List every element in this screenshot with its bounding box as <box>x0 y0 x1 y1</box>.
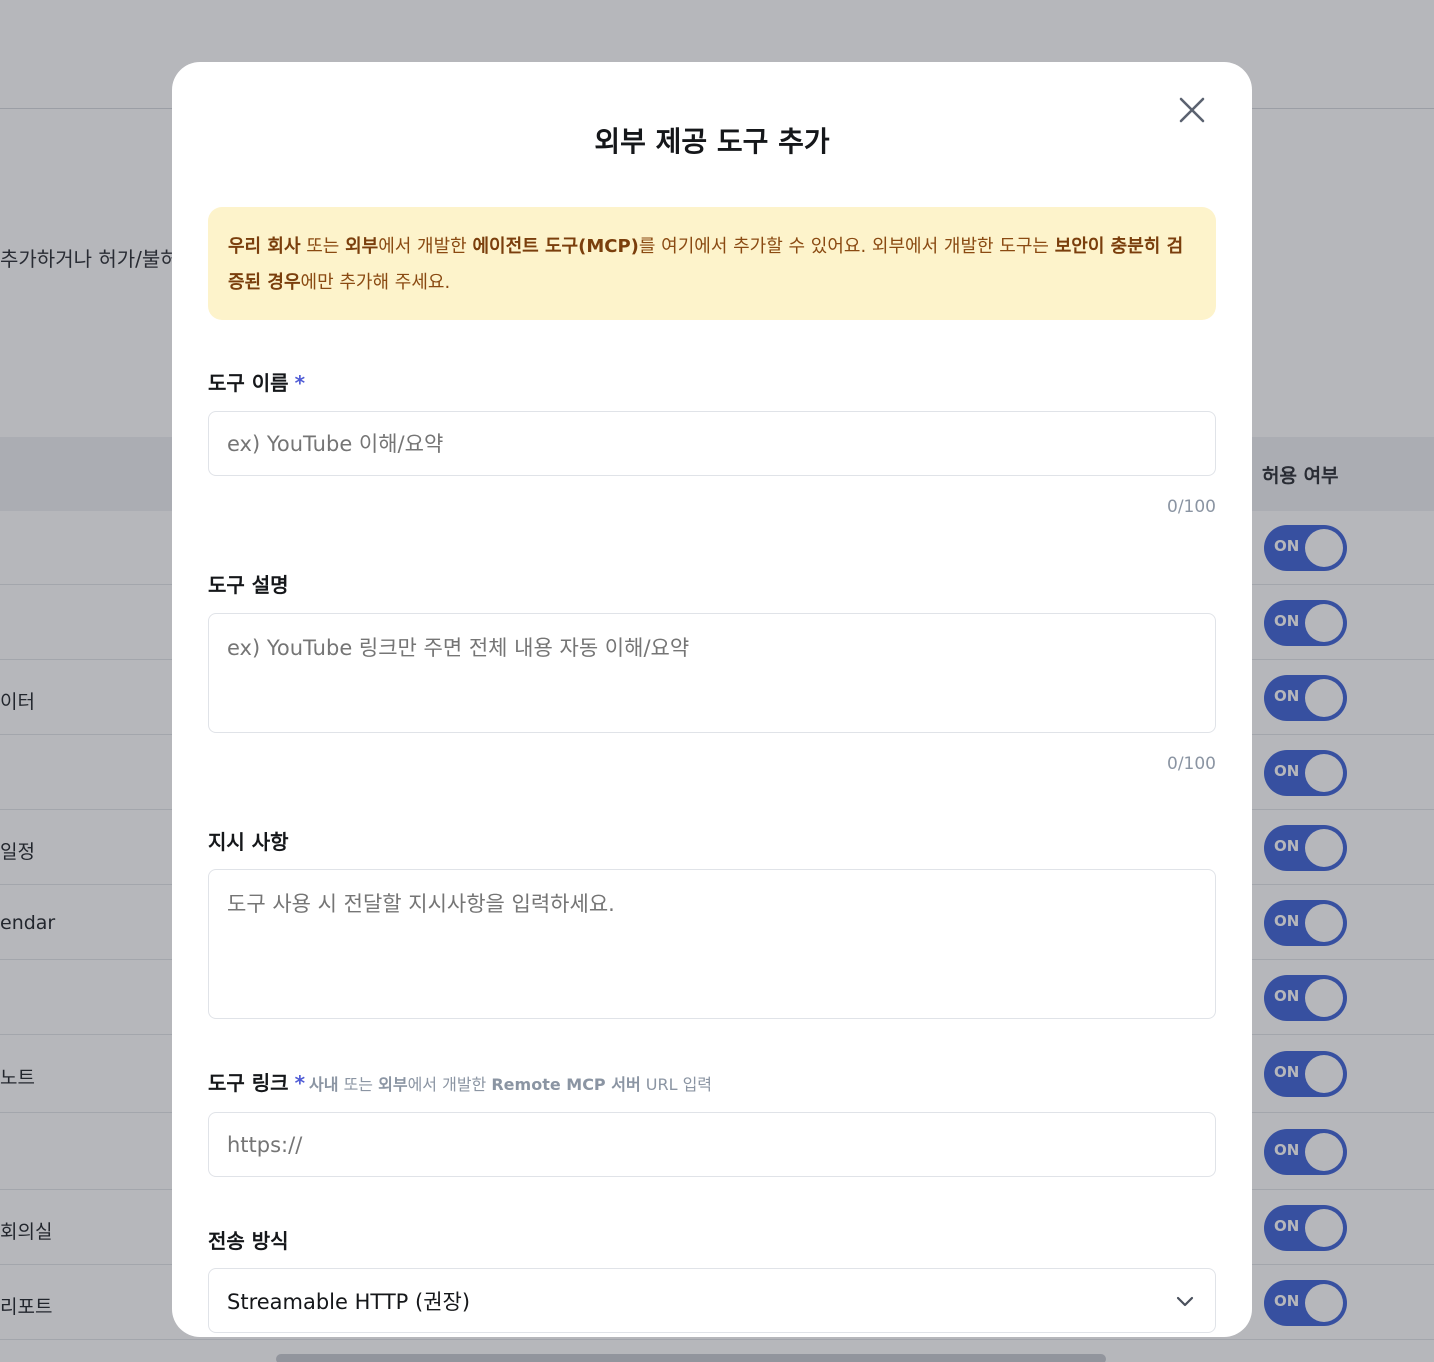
instructions-label: 지시 사항 <box>208 830 289 854</box>
tool-description-input[interactable] <box>208 613 1216 733</box>
tool-description-label: 도구 설명 <box>208 573 289 597</box>
notice-text: 에만 추가해 주세요. <box>300 272 451 293</box>
tool-name-counter: 0/100 <box>1167 497 1216 517</box>
notice-text: 를 여기에서 추가할 수 있어요. 외부에서 개발한 도구는 <box>638 236 1055 257</box>
tool-link-label: 도구 링크 * 사내 또는 외부에서 개발한 Remote MCP 서버 URL 입… <box>208 1067 712 1096</box>
chevron-down-icon <box>1176 1296 1194 1307</box>
tool-name-label: 도구 이름 * <box>208 367 305 396</box>
tool-name-label-text: 도구 이름 <box>208 371 289 395</box>
transport-label: 전송 방식 <box>208 1229 289 1253</box>
instructions-input[interactable] <box>208 869 1216 1019</box>
notice-text: 에이전트 도구(MCP) <box>472 236 639 257</box>
transport-selected-value: Streamable HTTP (권장) <box>227 1289 471 1314</box>
hint-text: 또는 <box>338 1075 379 1094</box>
hint-text: URL 입력 <box>640 1075 713 1094</box>
hint-text: 외부 <box>378 1075 408 1094</box>
notice-text: 또는 <box>300 236 346 257</box>
notice-banner: 우리 회사 또는 외부에서 개발한 에이전트 도구(MCP)를 여기에서 추가할… <box>208 207 1216 320</box>
hint-text: Remote MCP 서버 <box>491 1075 641 1094</box>
tool-name-input[interactable] <box>208 411 1216 476</box>
tool-link-input[interactable] <box>208 1112 1216 1177</box>
notice-text: 에서 개발한 <box>378 236 473 257</box>
transport-select[interactable]: Streamable HTTP (권장) <box>208 1268 1216 1333</box>
tool-link-hint: 사내 또는 외부에서 개발한 Remote MCP 서버 URL 입력 <box>309 1075 712 1094</box>
notice-text: 외부 <box>345 236 379 257</box>
tool-link-label-text: 도구 링크 <box>208 1071 289 1095</box>
required-mark: * <box>294 1071 306 1095</box>
modal-title: 외부 제공 도구 추가 <box>594 125 830 158</box>
add-external-tool-modal: 외부 제공 도구 추가 우리 회사 또는 외부에서 개발한 에이전트 도구(MC… <box>172 62 1252 1337</box>
required-mark: * <box>294 371 306 395</box>
tool-description-counter: 0/100 <box>1167 754 1216 774</box>
notice-text: 우리 회사 <box>228 236 301 257</box>
hint-text: 에서 개발한 <box>407 1075 492 1094</box>
hint-text: 사내 <box>309 1075 339 1094</box>
